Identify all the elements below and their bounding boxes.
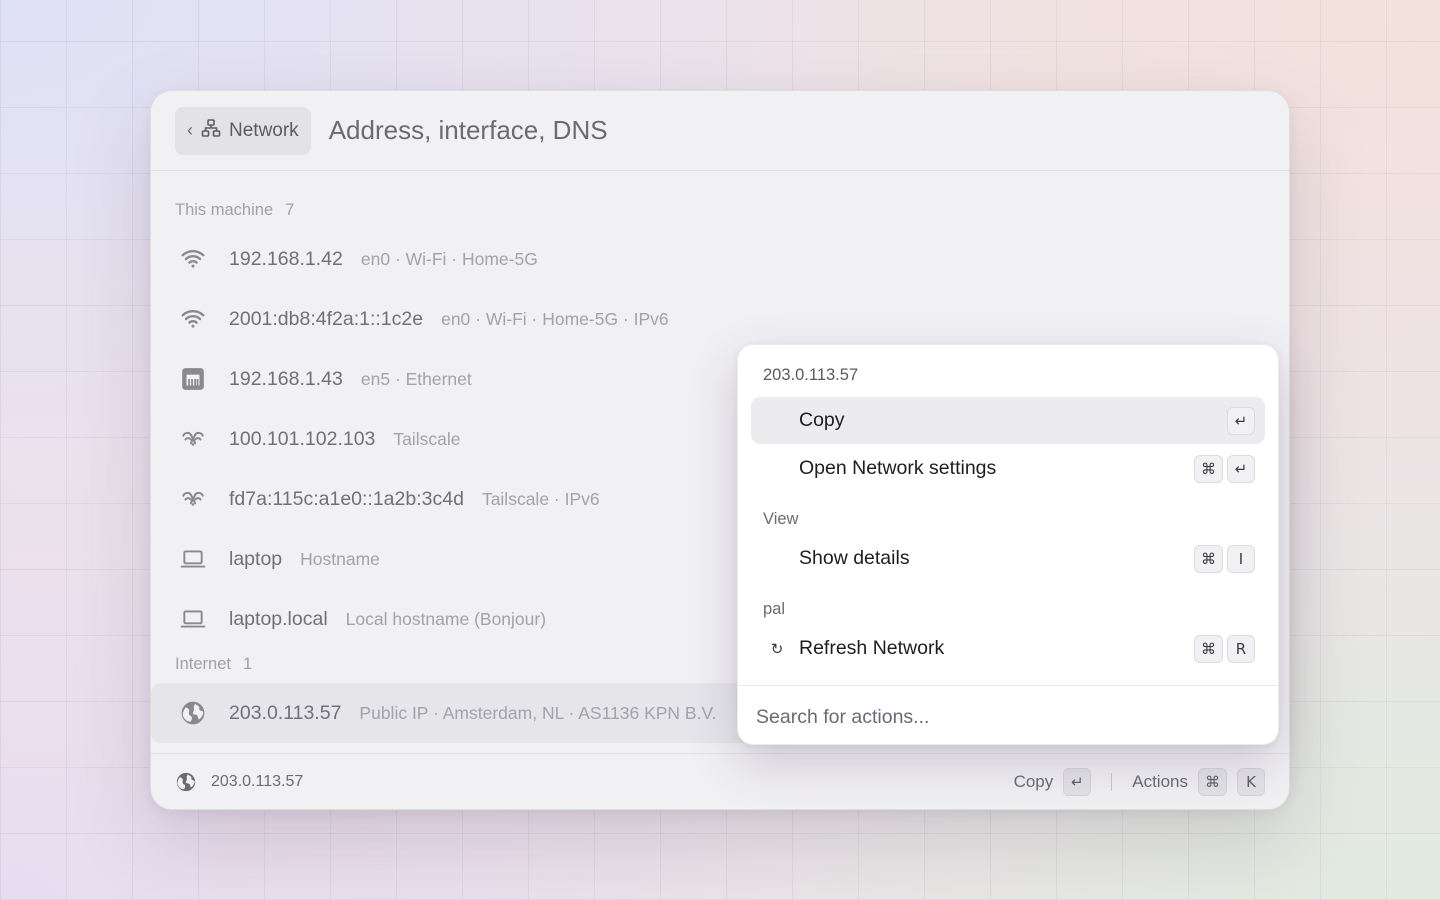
action-open-network-settings[interactable]: Open Network settings ⌘ ↵	[751, 445, 1265, 492]
footer-bar: 203.0.113.57 Copy ↵ Actions ⌘ K	[151, 753, 1289, 809]
row-secondary: Local hostname (Bonjour)	[345, 608, 547, 629]
popover-section-pal: pal	[763, 600, 786, 618]
laptop-icon	[179, 545, 207, 573]
list-item[interactable]: 2001:db8:4f2a:1::1c2e en0 · Wi-Fi · Home…	[151, 289, 1265, 349]
row-primary: 203.0.113.57	[229, 701, 342, 724]
command-key-hint: ⌘	[1194, 544, 1223, 573]
network-icon	[201, 118, 221, 144]
back-button-label: Network	[229, 119, 299, 141]
action-refresh-network[interactable]: ↻ Refresh Network ⌘ R	[751, 625, 1265, 672]
row-secondary: Public IP · Amsterdam, NL · AS1136 KPN B…	[359, 702, 717, 723]
row-primary: laptop.local	[229, 607, 328, 630]
section-header-this-machine: This machine 7	[175, 200, 295, 219]
k-key-hint: K	[1237, 767, 1265, 796]
header: ‹ Network Address, interface, DNS	[151, 91, 1289, 171]
return-key-hint: ↵	[1063, 767, 1092, 796]
row-primary: 192.168.1.43	[229, 367, 343, 390]
section-count: 1	[242, 654, 253, 673]
refresh-icon: ↻	[770, 639, 784, 658]
row-secondary: en0 · Wi-Fi · Home-5G	[360, 248, 538, 269]
row-secondary: Hostname	[300, 548, 380, 569]
tailscale-icon	[179, 485, 207, 513]
return-key-hint: ↵	[1227, 454, 1255, 483]
return-key-hint: ↵	[1227, 406, 1255, 435]
actions-popover: 203.0.113.57 Copy ↵ Open Network setting…	[737, 344, 1279, 745]
command-key-hint: ⌘	[1198, 767, 1227, 796]
popover-section-view: View	[763, 510, 799, 528]
copy-action-label[interactable]: Copy	[1014, 772, 1054, 792]
row-primary: 2001:db8:4f2a:1::1c2e	[229, 307, 424, 330]
row-primary: 100.101.102.103	[229, 427, 376, 450]
actions-button[interactable]: Actions	[1132, 772, 1188, 792]
search-actions-input[interactable]	[756, 699, 1260, 735]
action-show-details[interactable]: Show details ⌘ I	[751, 535, 1265, 582]
row-secondary: en5 · Ethernet	[360, 368, 472, 389]
r-key-hint: R	[1227, 634, 1255, 663]
globe-icon	[179, 699, 207, 727]
ethernet-icon	[179, 365, 207, 393]
command-key-hint: ⌘	[1194, 454, 1223, 483]
divider	[1111, 772, 1113, 791]
row-primary: laptop	[229, 547, 283, 570]
section-count: 7	[285, 200, 295, 219]
popover-title: 203.0.113.57	[763, 366, 859, 384]
laptop-icon	[179, 605, 207, 633]
wifi-icon	[179, 245, 207, 273]
list-item[interactable]: 192.168.1.42 en0 · Wi-Fi · Home-5G	[151, 229, 1265, 289]
chevron-left-icon: ‹	[187, 120, 193, 140]
page-title: Address, interface, DNS	[328, 115, 608, 145]
back-button[interactable]: ‹ Network	[175, 106, 311, 155]
action-copy[interactable]: Copy ↵	[751, 397, 1265, 444]
globe-icon	[175, 771, 197, 793]
selected-value: 203.0.113.57	[211, 772, 304, 790]
command-key-hint: ⌘	[1194, 634, 1223, 663]
divider	[738, 685, 1278, 686]
row-primary: fd7a:115c:a1e0::1a2b:3c4d	[229, 487, 464, 510]
wifi-icon	[179, 305, 207, 333]
row-secondary: Tailscale · IPv6	[481, 488, 600, 509]
row-secondary: en0 · Wi-Fi · Home-5G · IPv6	[441, 308, 669, 329]
row-primary: 192.168.1.42	[229, 247, 343, 270]
tailscale-icon	[179, 425, 207, 453]
row-secondary: Tailscale	[393, 428, 461, 449]
i-key-hint: I	[1227, 544, 1255, 573]
